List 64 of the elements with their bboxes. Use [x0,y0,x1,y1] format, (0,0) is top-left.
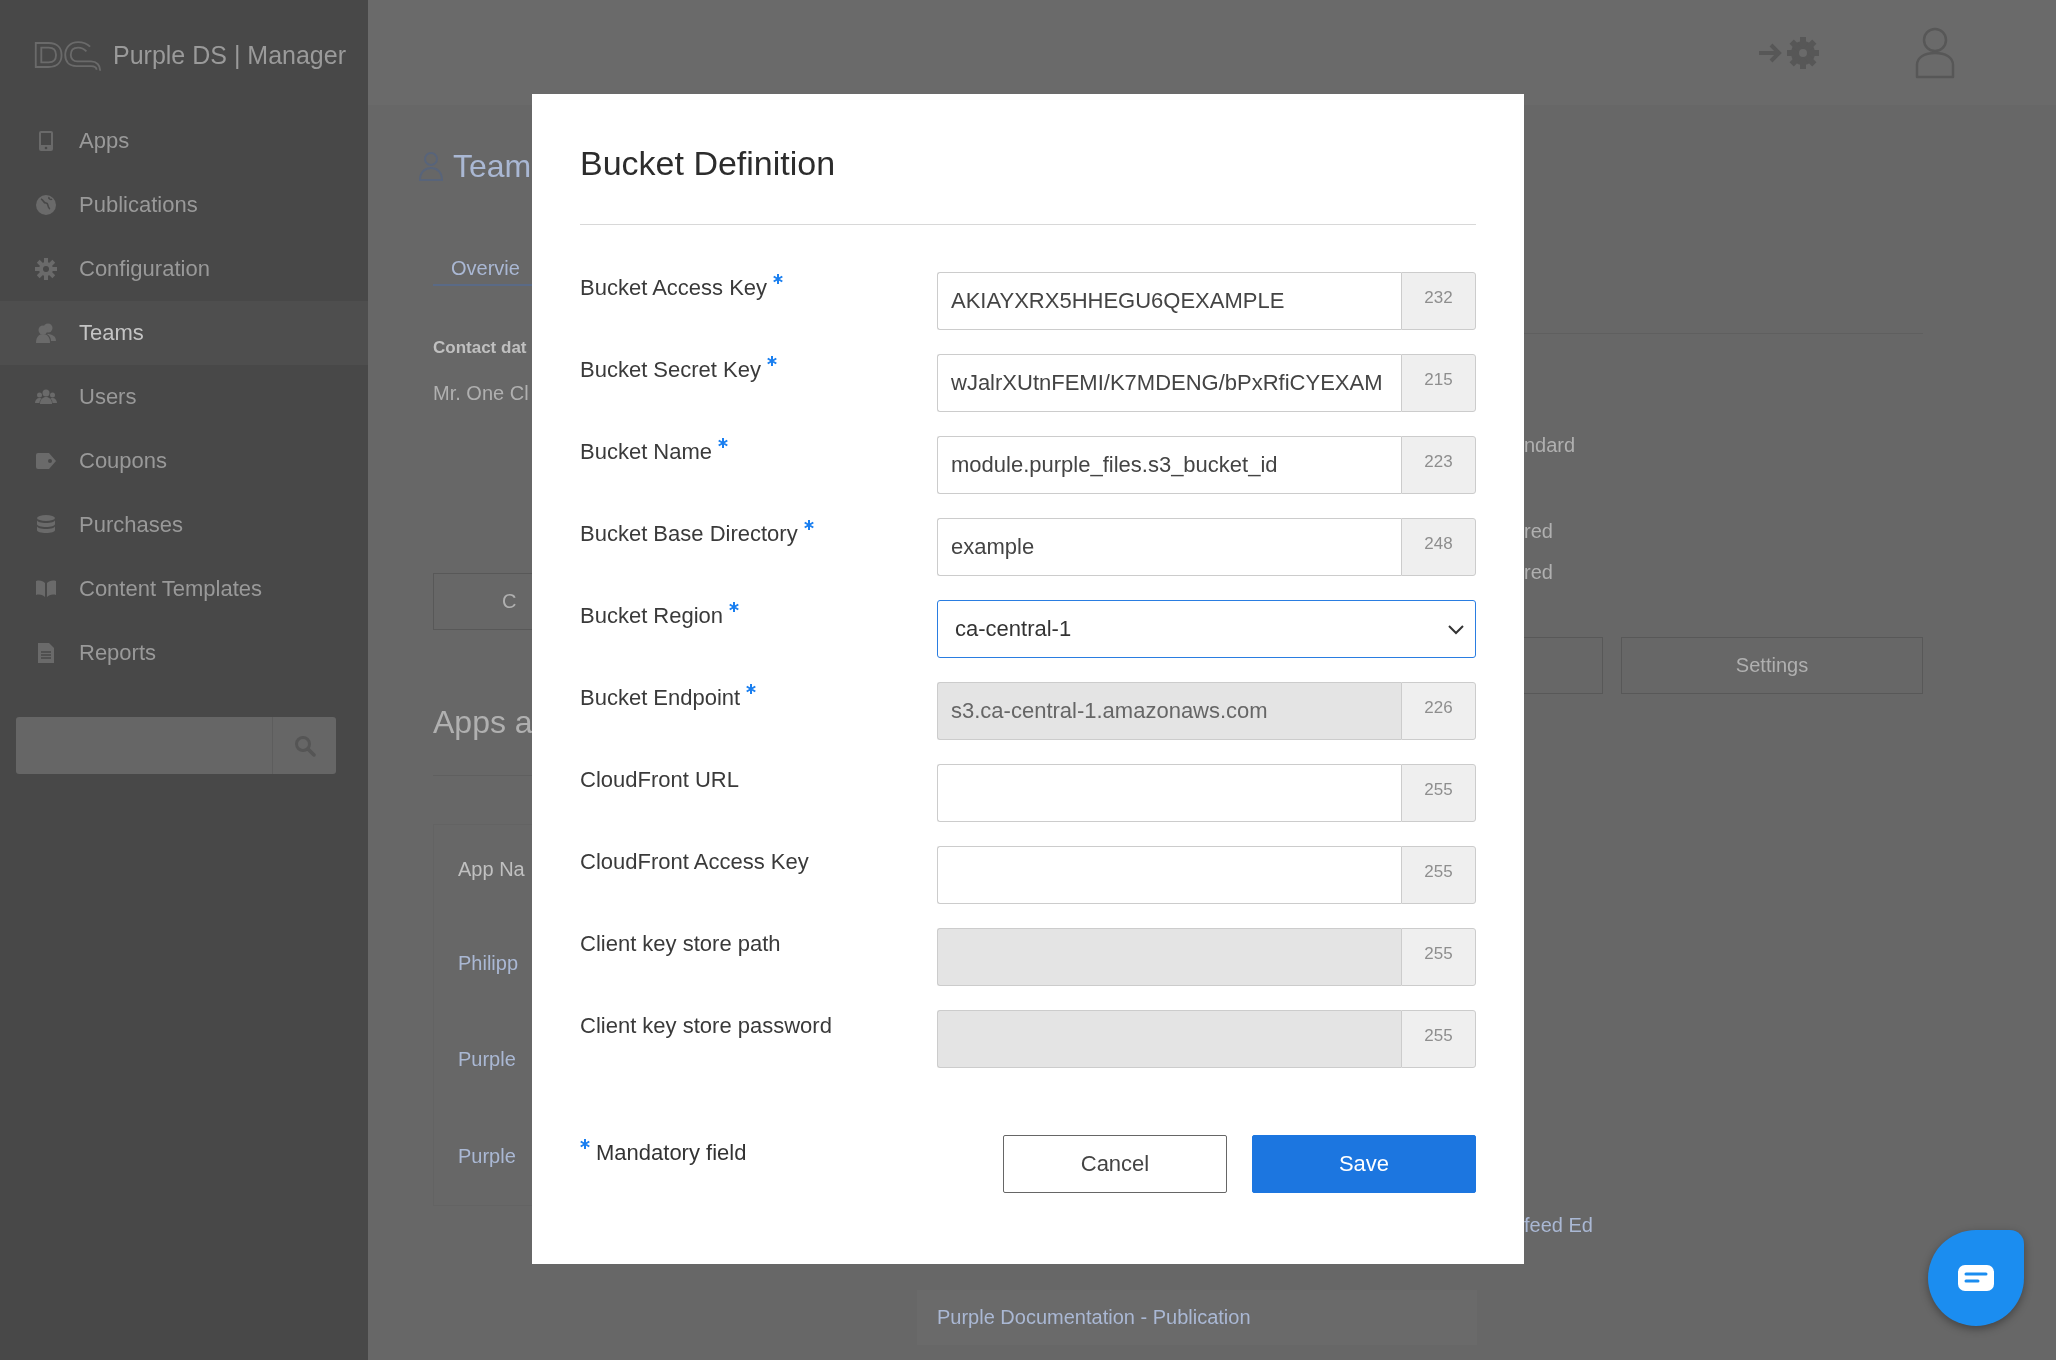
sidebar-item[interactable]: Reports [0,621,368,685]
document-icon [35,642,57,664]
asterisk-icon [580,1139,590,1149]
character-count: 223 [1401,436,1476,494]
app-link[interactable]: Purple [458,1011,532,1109]
field-label: Bucket Region [580,602,724,630]
globe-icon [35,194,57,216]
logo-text: Purple DS | Manager [113,40,346,70]
input-field[interactable]: wJalrXUtnFEMI/K7MDENG/bPxRfiCYEXAM [937,354,1401,412]
sidebar-item[interactable]: Content Templates [0,557,368,621]
field-label: CloudFront URL [580,766,739,794]
cancel-button[interactable]: Cancel [1003,1135,1227,1193]
dialog-title: Bucket Definition [580,143,837,184]
settings-button[interactable]: Settings [1621,637,1923,694]
input-field[interactable]: AKIAYXRX5HHEGU6QEXAMPLE [937,272,1401,330]
region-dropdown[interactable]: ca-central-1 [937,600,1476,658]
book-icon [35,578,57,600]
gear-icon [35,258,57,280]
sidebar-item[interactable]: Teams [0,301,368,365]
mandatory-note: Mandatory field [596,1139,747,1167]
field-label: Bucket Name [580,438,713,466]
input-field[interactable]: module.purple_files.s3_bucket_id [937,436,1401,494]
app-link[interactable]: Philipp [458,914,532,1012]
character-count: 255 [1401,764,1476,822]
field-label: Client key store path [580,930,781,958]
page-title: Team [453,147,532,185]
sidebar-item[interactable]: Apps [0,109,368,173]
field-label: CloudFront Access Key [580,848,809,876]
contact-name: Mr. One Cl [433,382,529,405]
sidebar-item[interactable]: Configuration [0,237,368,301]
detail-text: red [1524,561,1554,584]
input-field[interactable] [937,764,1401,822]
character-count: 215 [1401,354,1476,412]
field-label: Client key store password [580,1012,832,1040]
character-count: 255 [1401,1010,1476,1068]
field-label: Bucket Access Key [580,274,768,302]
character-count: 255 [1401,846,1476,904]
save-button[interactable]: Save [1252,1135,1476,1193]
sidebar-item[interactable]: Coupons [0,429,368,493]
sidebar-item[interactable]: Purchases [0,493,368,557]
detail-text: red [1524,520,1554,543]
contact-label: Contact dat [433,338,527,358]
character-count: 232 [1401,272,1476,330]
app-link[interactable]: Purple [458,1108,532,1205]
chat-icon [1958,1265,1994,1291]
character-count: 248 [1401,518,1476,576]
detail-text: ndard [1524,434,1577,457]
search-field[interactable] [16,717,336,774]
sidebar-item[interactable]: Publications [0,173,368,237]
character-count: 255 [1401,928,1476,986]
input-field[interactable]: example [937,518,1401,576]
user-pair-icon [35,322,57,344]
publication-link[interactable]: feed Ed [1524,1214,1923,1237]
character-count: 226 [1401,682,1476,740]
field-label: Bucket Endpoint [580,684,741,712]
input-field[interactable] [937,846,1401,904]
database-icon [35,514,57,536]
column-header: App Na [458,857,526,883]
sidebar-item[interactable]: Users [0,365,368,429]
field-label: Bucket Secret Key [580,356,761,384]
tag-icon [35,450,57,472]
section-title: Apps a [433,704,533,741]
chevron-down-icon [1447,623,1465,635]
field-label: Bucket Base Directory [580,520,798,548]
